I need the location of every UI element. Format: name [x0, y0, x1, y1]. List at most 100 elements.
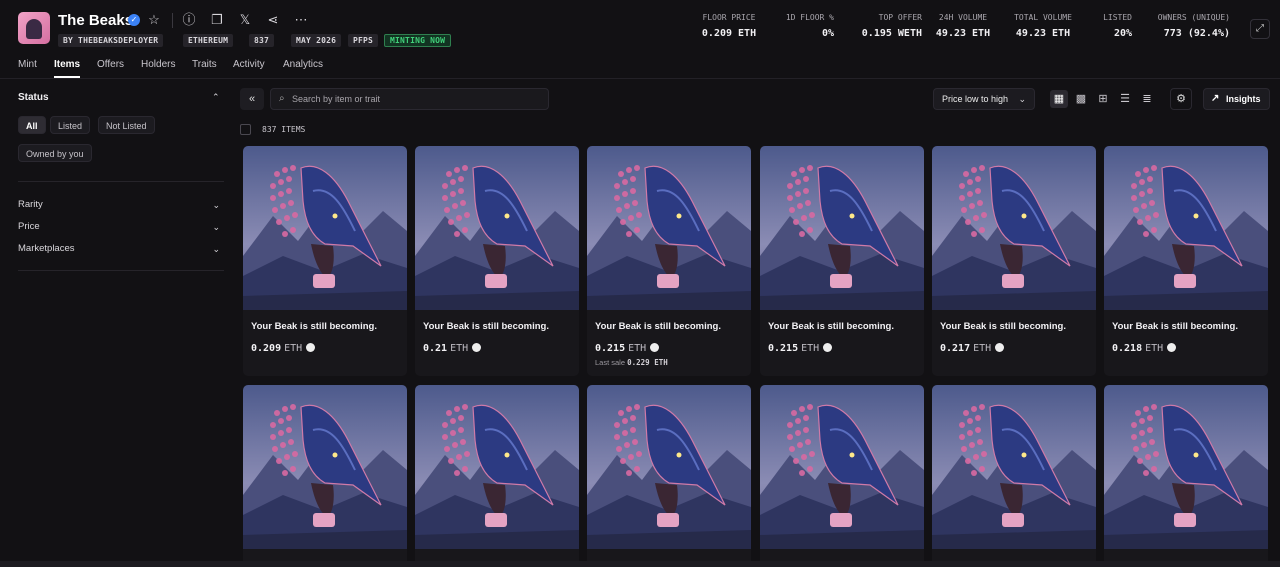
filter-sidebar: Status ⌃ All Listed Not Listed Owned by …: [0, 79, 238, 567]
nft-card[interactable]: Your Beak is still becoming. 0.217 ETH: [932, 146, 1096, 376]
table-view-icon[interactable]: ≣: [1138, 90, 1156, 108]
nft-name: Your Beak is still becoming.: [251, 321, 377, 332]
tab-offers[interactable]: Offers: [97, 59, 124, 70]
stat-label: 24H VOLUME: [938, 13, 988, 22]
nft-name: Your Beak is still becoming.: [423, 321, 549, 332]
tab-traits[interactable]: Traits: [192, 59, 217, 70]
stat-label: TOP OFFER: [878, 13, 922, 22]
filter-price[interactable]: Price ⌄: [18, 221, 224, 237]
sort-label: Price low to high: [942, 94, 1009, 104]
nft-card[interactable]: [243, 385, 407, 567]
settings-gear-icon[interactable]: ⚙: [1170, 88, 1192, 110]
status-owned-chip[interactable]: Owned by you: [18, 144, 92, 162]
nft-name: Your Beak is still becoming.: [1112, 321, 1238, 332]
stat-value: 49.23 ETH: [935, 28, 991, 39]
status-all-chip[interactable]: All: [18, 116, 46, 134]
tab-activity[interactable]: Activity: [233, 59, 265, 70]
nft-artwork: [243, 385, 407, 549]
search-bar[interactable]: ⌕: [270, 88, 549, 110]
select-all-checkbox[interactable]: [240, 124, 251, 135]
tab-items[interactable]: Items: [54, 59, 80, 70]
marketplace-icon: [823, 343, 833, 352]
last-sale-value: 0.229 ETH: [627, 358, 668, 367]
price-currency: ETH: [973, 343, 992, 354]
grid-small-view-icon[interactable]: ⊞: [1094, 90, 1112, 108]
more-icon[interactable]: ⋯: [293, 12, 309, 28]
creator-pill[interactable]: BY THEBEAKSDEPLOYER: [58, 34, 164, 47]
marketplace-icon: [472, 343, 482, 352]
nft-card[interactable]: [587, 385, 751, 567]
verified-icon: ✓: [128, 14, 140, 26]
marketplace-icon: [650, 343, 660, 352]
date-pill: MAY 2026: [291, 34, 342, 47]
nft-artwork: [760, 385, 924, 549]
nft-artwork: [760, 146, 924, 310]
nft-artwork: [243, 146, 407, 310]
stat-owners: OWNERS (UNIQUE) 773 (92.4%): [1146, 13, 1230, 39]
insights-button[interactable]: ↗ Insights: [1203, 88, 1270, 110]
nft-card[interactable]: [1104, 385, 1268, 567]
nft-card[interactable]: Your Beak is still becoming. 0.218 ETH: [1104, 146, 1268, 376]
share-icon[interactable]: ⋖: [265, 12, 281, 28]
collection-logo: [18, 12, 50, 44]
list-view-icon[interactable]: ☰: [1116, 90, 1134, 108]
nft-card[interactable]: [415, 385, 579, 567]
collapse-sidebar-button[interactable]: «: [240, 88, 264, 110]
stat-top-offer: TOP OFFER 0.195 WETH: [850, 13, 922, 39]
price-value: 0.215: [595, 343, 626, 354]
collection-header: The Beaks ✓ ☆ ⓘ ❐ 𝕏 ⋖ ⋯ BY THEBEAKSDEPLO…: [0, 0, 1280, 52]
nft-name: Your Beak is still becoming.: [768, 321, 894, 332]
star-icon[interactable]: ☆: [146, 12, 162, 28]
copy-icon[interactable]: ❐: [209, 12, 225, 28]
sort-dropdown[interactable]: Price low to high ⌄: [933, 88, 1035, 110]
nft-card[interactable]: Your Beak is still becoming. 0.215 ETH: [760, 146, 924, 376]
last-sale: Last sale 0.229 ETH: [595, 358, 668, 367]
stat-label: OWNERS (UNIQUE): [1157, 13, 1230, 22]
nft-artwork: [415, 146, 579, 310]
nft-card[interactable]: [932, 385, 1096, 567]
price-currency: ETH: [1145, 343, 1164, 354]
price-value: 0.21: [423, 343, 448, 354]
price-value: 0.217: [940, 343, 971, 354]
nft-card[interactable]: Your Beak is still becoming. 0.209 ETH: [243, 146, 407, 376]
tab-holders[interactable]: Holders: [141, 59, 175, 70]
x-twitter-icon[interactable]: 𝕏: [237, 12, 253, 28]
filter-label: Marketplaces: [18, 243, 75, 254]
tab-analytics[interactable]: Analytics: [283, 59, 323, 70]
collection-title: The Beaks: [58, 12, 134, 29]
info-icon[interactable]: ⓘ: [181, 12, 197, 28]
search-input[interactable]: [292, 92, 542, 106]
filter-rarity[interactable]: Rarity ⌄: [18, 199, 224, 215]
price-value: 0.209: [251, 343, 282, 354]
grid-view-icon[interactable]: ▩: [1072, 90, 1090, 108]
nft-card[interactable]: Your Beak is still becoming. 0.215 ETH Las…: [587, 146, 751, 376]
nft-card[interactable]: Your Beak is still becoming. 0.21 ETH: [415, 146, 579, 376]
nft-price: 0.215 ETH: [595, 343, 660, 354]
nft-price: 0.209 ETH: [251, 343, 316, 354]
nft-artwork: [932, 385, 1096, 549]
stat-value: 0.195 WETH: [861, 28, 922, 39]
chevron-down-icon: ⌄: [212, 222, 220, 232]
tab-mint[interactable]: Mint: [18, 59, 37, 70]
nft-card[interactable]: [760, 385, 924, 567]
stat-value: 0.209 ETH: [701, 28, 757, 39]
header-divider: [172, 13, 173, 28]
chevron-up-icon[interactable]: ⌃: [212, 92, 220, 103]
stat-listed: LISTED 20%: [1092, 13, 1132, 39]
nft-artwork: [587, 385, 751, 549]
minting-badge[interactable]: MINTING NOW: [384, 34, 452, 47]
chevron-down-icon: ⌄: [1018, 94, 1026, 104]
filter-marketplaces[interactable]: Marketplaces ⌄: [18, 243, 224, 259]
grid-large-view-icon[interactable]: ▦: [1050, 90, 1068, 108]
item-count: 837 ITEMS: [262, 125, 306, 134]
status-filter-title: Status: [18, 92, 49, 103]
status-listed-chip[interactable]: Listed: [50, 116, 91, 134]
status-not-listed-chip[interactable]: Not Listed: [98, 116, 155, 134]
sidebar-divider: [18, 270, 224, 271]
nft-artwork: [932, 146, 1096, 310]
expand-icon[interactable]: ⤢: [1250, 19, 1270, 39]
marketplace-icon: [306, 343, 316, 352]
stat-24h-volume: 24H VOLUME 49.23 ETH: [932, 13, 994, 39]
nft-artwork: [415, 385, 579, 549]
nft-artwork: [1104, 385, 1268, 549]
